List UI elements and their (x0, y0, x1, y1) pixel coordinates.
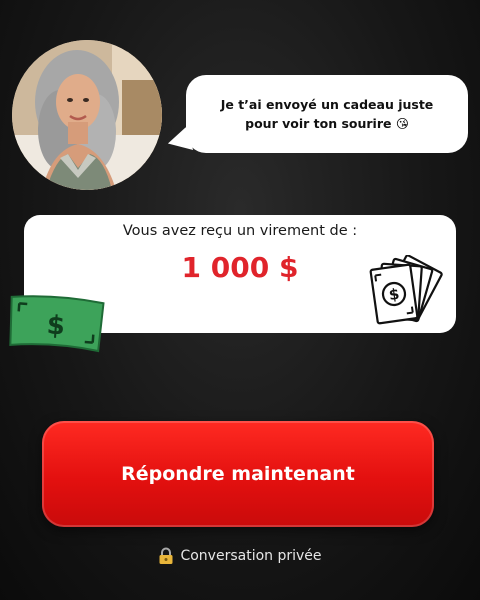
green-bill-icon: $ (9, 295, 105, 353)
svg-text:$: $ (46, 310, 66, 341)
privacy-text: Conversation privée (180, 548, 322, 564)
lock-icon (159, 547, 173, 564)
reply-now-button[interactable]: Répondre maintenant (42, 421, 434, 527)
message-bubble: Je t’ai envoyé un cadeau juste pour voir… (186, 75, 468, 153)
kiss-emoji-icon: 😘 (395, 116, 409, 131)
reply-now-label: Répondre maintenant (121, 463, 355, 485)
message-text: Je t’ai envoyé un cadeau juste pour voir… (204, 95, 450, 133)
privacy-footer: Conversation privée (0, 547, 480, 565)
avatar (12, 40, 162, 190)
transfer-label: Vous avez reçu un virement de : (122, 223, 358, 239)
cash-stack-icon: $ (369, 255, 443, 325)
avatar-photo (12, 40, 162, 190)
